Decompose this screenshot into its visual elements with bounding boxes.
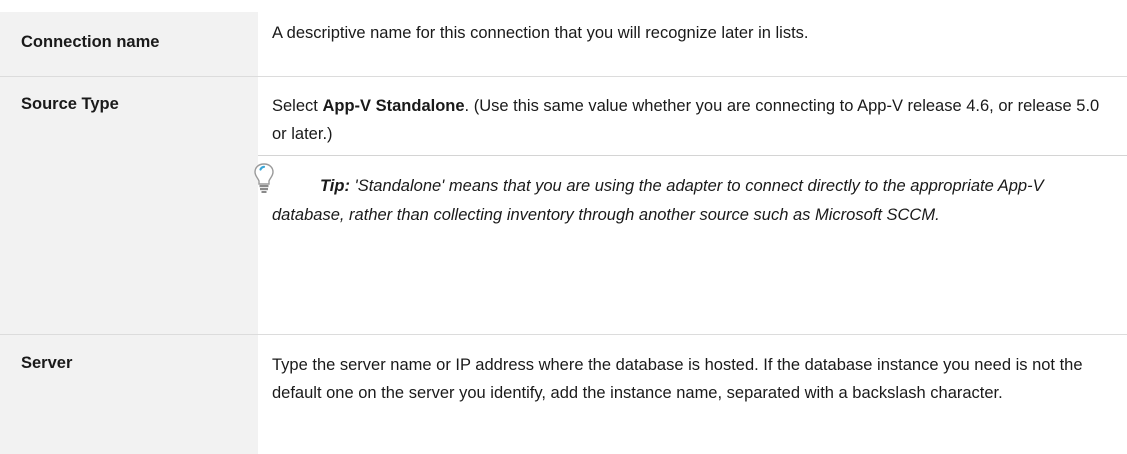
table-row-connection-name: Connection name A descriptive name for t… [0, 0, 1127, 76]
row-label: Server [21, 354, 73, 372]
tip-label: Tip: [320, 177, 350, 195]
description-text: Select [272, 97, 323, 115]
row-description: A descriptive name for this connection t… [272, 24, 809, 42]
tip-note: Tip: 'Standalone' means that you are usi… [272, 172, 1102, 230]
selected-value: App-V Standalone [322, 97, 465, 115]
tip-divider [258, 155, 1127, 156]
tip-body: 'Standalone' means that you are using th… [272, 177, 1044, 224]
label-cell: Connection name [0, 12, 258, 76]
label-cell: Source Type [0, 77, 258, 334]
row-label: Connection name [21, 33, 160, 51]
row-description: Type the server name or IP address where… [272, 356, 1083, 402]
row-description: Select App-V Standalone. (Use this same … [272, 92, 1112, 148]
row-label: Source Type [21, 95, 119, 113]
label-cell: Server [0, 335, 258, 454]
table-row-server: Server Type the server name or IP addres… [0, 335, 1127, 454]
